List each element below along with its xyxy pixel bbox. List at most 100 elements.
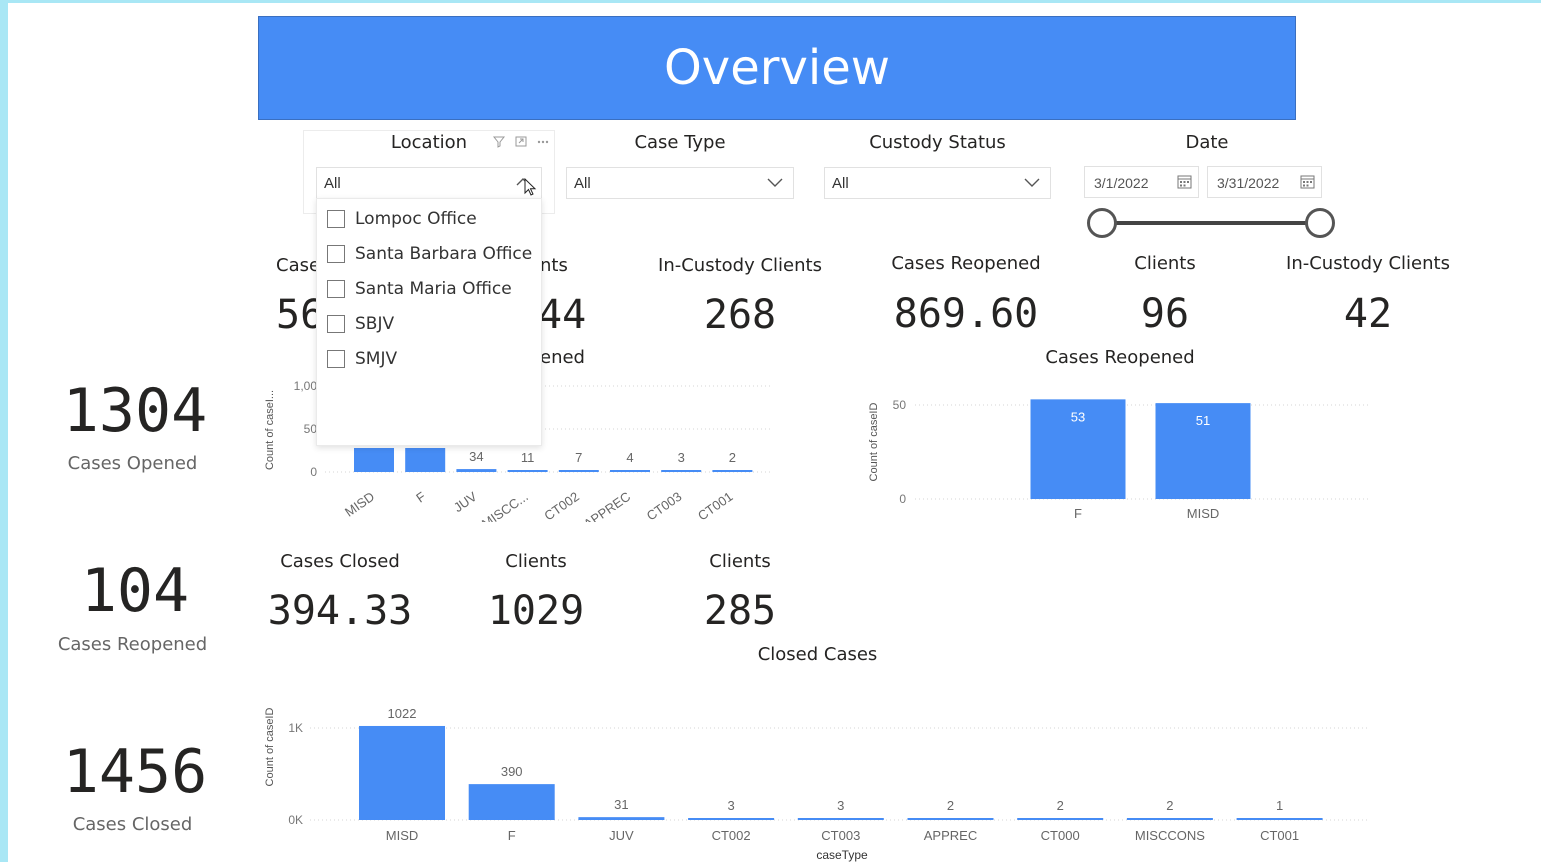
y-tick-label: 1,00 <box>294 379 318 393</box>
bar <box>578 817 665 820</box>
x-tick-label: APPREC <box>581 489 633 522</box>
cases-reopened-chart: 0 50 Count of caseID 53 F 51 MISD <box>868 398 1370 521</box>
chart-opened-title: ened <box>540 347 585 368</box>
mouse-cursor-icon <box>524 178 537 196</box>
location-option[interactable]: SMJV <box>327 344 397 374</box>
checkbox[interactable] <box>327 280 345 298</box>
location-option[interactable]: SBJV <box>327 309 394 339</box>
kpi-cases-label: Case <box>276 255 321 276</box>
kpi-cases-reopened-value: 104 <box>80 556 190 626</box>
bar <box>688 818 775 820</box>
case-type-dropdown-value: All <box>574 175 591 192</box>
kpi-reopened-clients-label: Clients <box>1134 253 1196 274</box>
y-tick-label: 0 <box>899 492 906 506</box>
bar <box>1236 818 1323 820</box>
checkbox[interactable] <box>327 210 345 228</box>
data-label: 390 <box>501 764 523 779</box>
kpi-closed-clients-value: 1029 <box>487 588 585 634</box>
kpi-clients-value: 44 <box>538 292 587 338</box>
bar <box>405 448 446 472</box>
kpi-cases-opened-label: Cases Opened <box>67 453 198 474</box>
date-start-input[interactable]: 3/1/2022 <box>1084 166 1199 198</box>
data-label: 31 <box>614 797 628 812</box>
bar <box>907 818 994 820</box>
kpi-reopened-value: 869.60 <box>893 291 1039 337</box>
x-tick-label: CT001 <box>695 489 736 522</box>
closed-cases-chart: 0K1KCount of caseID 1022MISD390F31JUV3CT0… <box>264 706 1367 862</box>
x-tick-label: CT003 <box>644 489 685 522</box>
y-tick-label: 0K <box>288 813 303 827</box>
x-tick-label: MISCCONS <box>1135 828 1205 843</box>
checkbox[interactable] <box>327 245 345 263</box>
custody-status-dropdown[interactable]: All <box>824 167 1051 199</box>
location-option[interactable]: Lompoc Office <box>327 204 477 234</box>
page-title: Overview <box>664 40 890 96</box>
y-tick-label: 0 <box>310 465 317 479</box>
bar <box>507 470 548 472</box>
bar <box>359 725 445 820</box>
y-tick-label: 50 <box>893 398 907 412</box>
date-range-track <box>1101 221 1321 225</box>
bar <box>456 469 497 472</box>
bar <box>610 470 650 472</box>
date-start-value: 3/1/2022 <box>1094 175 1149 191</box>
x-tick-label: JUV <box>609 828 634 843</box>
bar <box>558 470 599 472</box>
location-option-label: Santa Barbara Office <box>355 244 533 264</box>
bar <box>661 470 702 472</box>
data-label: 2 <box>947 798 954 813</box>
chart-reopened-title: Cases Reopened <box>1045 347 1195 368</box>
y-axis-label: Count of caseID <box>868 403 880 482</box>
checkbox[interactable] <box>327 350 345 368</box>
kpi-closed-value: 394.33 <box>267 588 413 634</box>
x-tick-label: MISD <box>1187 506 1220 521</box>
x-tick-label: MISCC... <box>479 489 531 522</box>
data-label: 2 <box>729 450 736 465</box>
location-dropdown[interactable]: All <box>316 167 542 199</box>
bar <box>354 448 394 472</box>
x-tick-label: CT001 <box>1260 828 1299 843</box>
date-end-input[interactable]: 3/31/2022 <box>1207 166 1322 198</box>
calendar-icon[interactable] <box>1177 174 1192 189</box>
case-type-dropdown[interactable]: All <box>566 167 794 199</box>
x-tick-label: F <box>508 828 516 843</box>
chevron-down-icon <box>1024 178 1040 187</box>
data-label: 3 <box>837 798 844 813</box>
kpi-in-custody-label: In-Custody Clients <box>658 255 822 276</box>
kpi-cases-opened-value: 1304 <box>62 376 208 446</box>
date-end-value: 3/31/2022 <box>1217 175 1280 191</box>
location-option[interactable]: Santa Maria Office <box>327 274 512 304</box>
bar <box>797 818 884 820</box>
location-dropdown-list: Lompoc Office Santa Barbara Office Santa M… <box>316 198 542 446</box>
x-tick-label: CT000 <box>1041 828 1080 843</box>
y-axis-label: Count of caseI... <box>264 390 276 470</box>
x-tick-label: MISD <box>386 828 419 843</box>
case-type-slicer-title: Case Type <box>634 132 726 153</box>
chart-closed-title: Closed Cases <box>757 644 878 665</box>
kpi-reopened-clients-value: 96 <box>1140 291 1190 337</box>
x-tick-label: F <box>413 489 428 506</box>
kpi-in-custody-value: 268 <box>703 292 777 338</box>
x-tick-label: APPREC <box>924 828 977 843</box>
custody-status-dropdown-value: All <box>832 175 849 192</box>
focus-mode-icon[interactable] <box>515 136 527 147</box>
data-label: 1022 <box>388 706 417 721</box>
custody-status-slicer-title: Custody Status <box>869 132 1006 153</box>
x-tick-label: CT002 <box>712 828 751 843</box>
bar <box>1126 818 1213 820</box>
y-axis-label: Count of caseID <box>264 708 276 787</box>
overview-header: Overview <box>258 16 1296 120</box>
calendar-icon[interactable] <box>1300 174 1315 189</box>
x-axis-label: caseType <box>816 848 868 862</box>
checkbox[interactable] <box>327 315 345 333</box>
chevron-down-icon <box>767 178 783 187</box>
date-range-start-handle[interactable] <box>1087 208 1117 238</box>
date-slicer-title: Date <box>1185 132 1229 153</box>
date-range-end-handle[interactable] <box>1305 208 1335 238</box>
more-options-icon[interactable] <box>537 140 549 144</box>
filter-icon[interactable] <box>492 136 506 148</box>
x-tick-label: MISD <box>342 489 377 520</box>
location-option[interactable]: Santa Barbara Office <box>327 239 532 269</box>
location-dropdown-value: All <box>324 175 341 192</box>
data-label: 53 <box>1071 409 1085 424</box>
